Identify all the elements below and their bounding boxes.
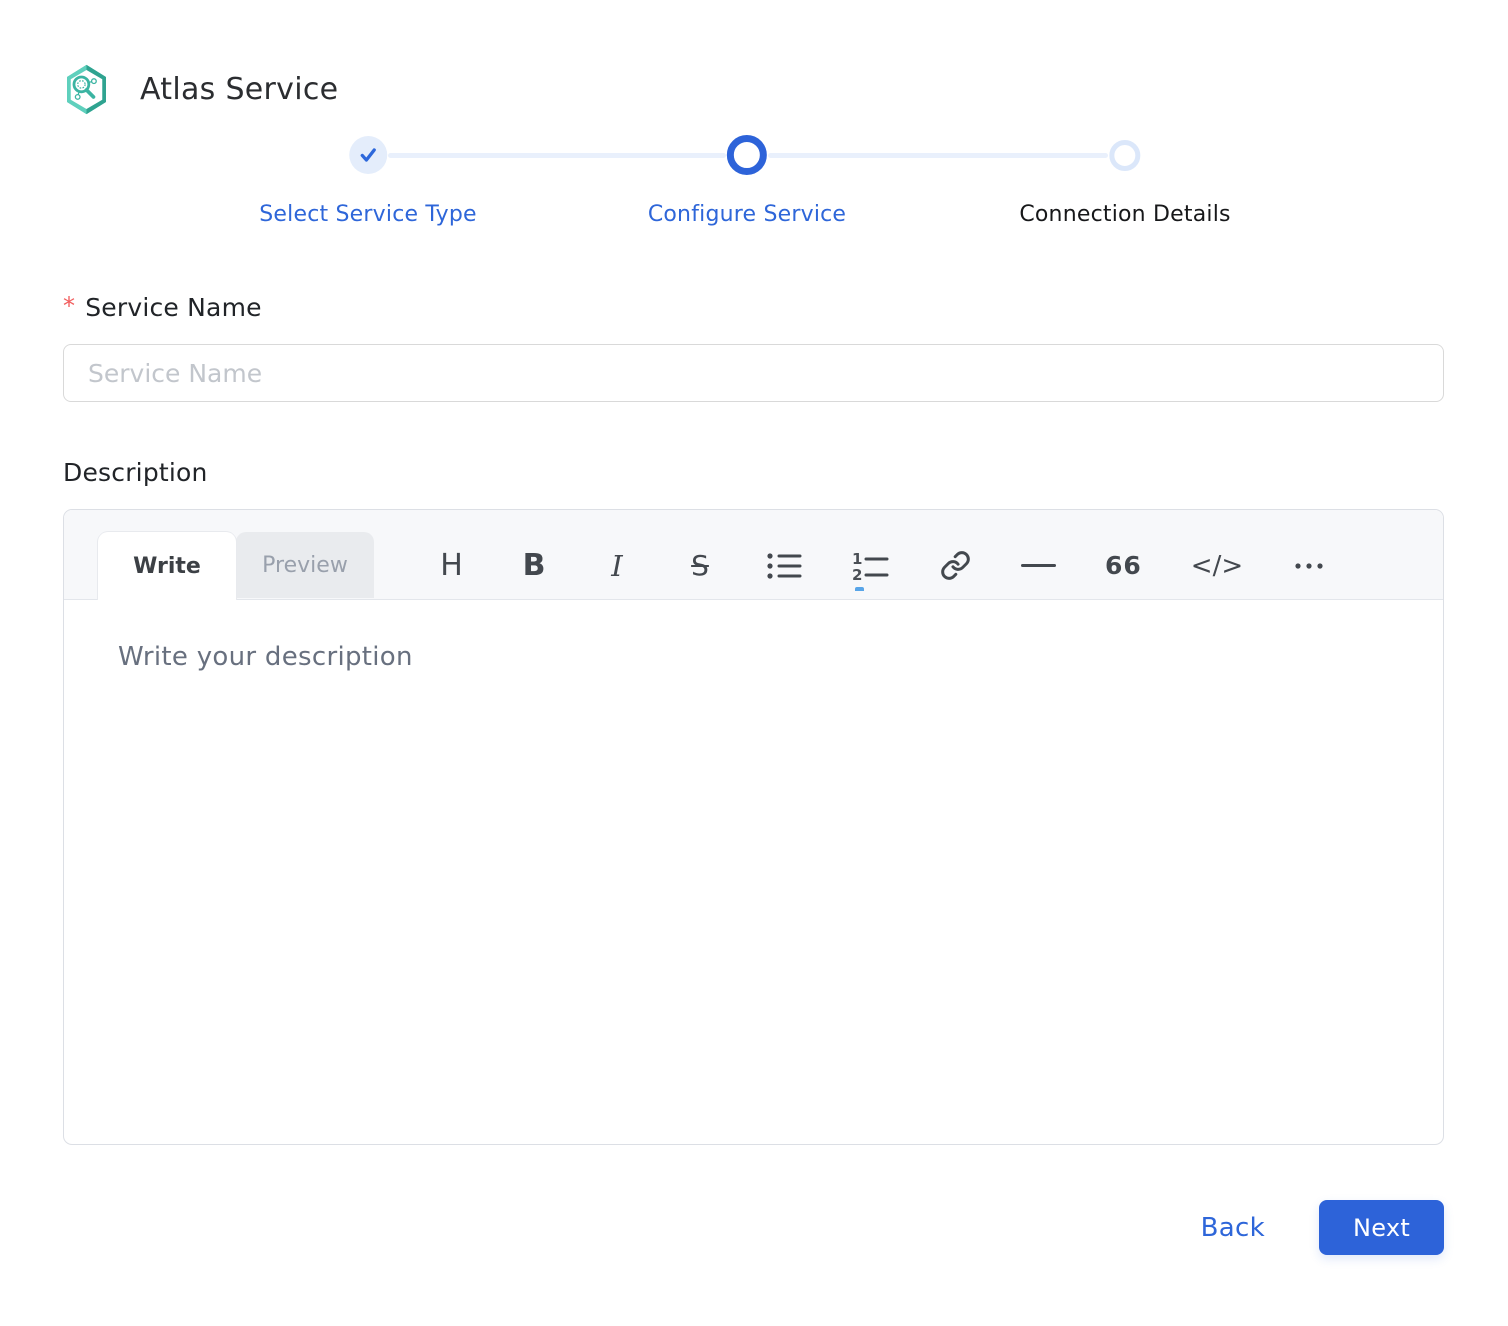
heading-icon: H	[440, 548, 463, 583]
link-button[interactable]	[938, 544, 972, 588]
editor-tools: H B I S 1 2 66 </>	[434, 532, 1326, 599]
heading-button[interactable]: H	[434, 544, 468, 588]
editor-toolbar: Write Preview H B I S 1 2 66 </>	[64, 510, 1443, 600]
step-active-circle-icon	[726, 135, 767, 175]
next-button[interactable]: Next	[1319, 1200, 1444, 1255]
service-name-input[interactable]	[63, 344, 1444, 402]
tab-preview[interactable]: Preview	[236, 532, 374, 598]
more-options-button[interactable]	[1292, 544, 1326, 588]
editor-body	[64, 600, 1443, 1145]
link-icon	[940, 550, 971, 581]
quote-button[interactable]: 66	[1105, 544, 1142, 588]
step-select-service-type[interactable]: Select Service Type	[259, 129, 477, 227]
description-textarea[interactable]	[64, 600, 1443, 1145]
editor-tabs: Write Preview	[98, 532, 374, 600]
page-title: Atlas Service	[140, 71, 339, 107]
tab-write[interactable]: Write	[98, 532, 236, 600]
code-button[interactable]: </>	[1191, 544, 1243, 588]
description-label: Description	[63, 458, 1444, 487]
step-label: Connection Details	[1019, 202, 1231, 227]
configure-service-page: Atlas Service Select Service Type Config…	[0, 0, 1508, 1326]
numbered-list-button[interactable]: 1 2	[851, 544, 889, 591]
step-completed-check-icon	[349, 136, 387, 174]
bold-icon: B	[522, 548, 546, 583]
app-header: Atlas Service	[63, 63, 1444, 115]
stepper: Select Service Type Configure Service Co…	[63, 129, 1444, 237]
strikethrough-button[interactable]: S	[683, 544, 717, 588]
italic-icon: I	[611, 548, 623, 583]
description-label-text: Description	[63, 458, 208, 487]
step-label: Select Service Type	[259, 202, 477, 227]
svg-text:2: 2	[852, 566, 862, 581]
required-asterisk: *	[63, 292, 76, 320]
strikethrough-icon: S	[691, 549, 709, 582]
horizontal-rule-button[interactable]	[1021, 544, 1056, 588]
description-editor: Write Preview H B I S 1 2 66 </> Write y…	[63, 509, 1444, 1145]
ellipsis-icon	[1294, 562, 1324, 570]
step-pending-circle-icon	[1109, 139, 1141, 171]
step-connection-details[interactable]: Connection Details	[1019, 129, 1230, 227]
step-label: Configure Service	[647, 202, 847, 227]
bullet-list-button[interactable]	[766, 544, 802, 588]
service-name-label-text: Service Name	[85, 293, 262, 322]
service-name-label: * Service Name	[63, 292, 1444, 322]
italic-button[interactable]: I	[600, 544, 634, 588]
atlas-logo-icon	[63, 64, 110, 115]
step-configure-service[interactable]: Configure Service	[648, 129, 846, 227]
back-button[interactable]: Back	[1201, 1213, 1265, 1243]
horizontal-rule-icon	[1021, 564, 1056, 567]
numbered-list-clipped-item	[855, 586, 864, 591]
code-icon: </>	[1190, 550, 1244, 581]
bold-button[interactable]: B	[517, 544, 551, 588]
quote-icon: 66	[1105, 551, 1142, 580]
footer-actions: Back Next	[63, 1200, 1444, 1255]
numbered-list-icon: 1 2	[851, 551, 889, 581]
bullet-list-icon	[766, 552, 802, 580]
